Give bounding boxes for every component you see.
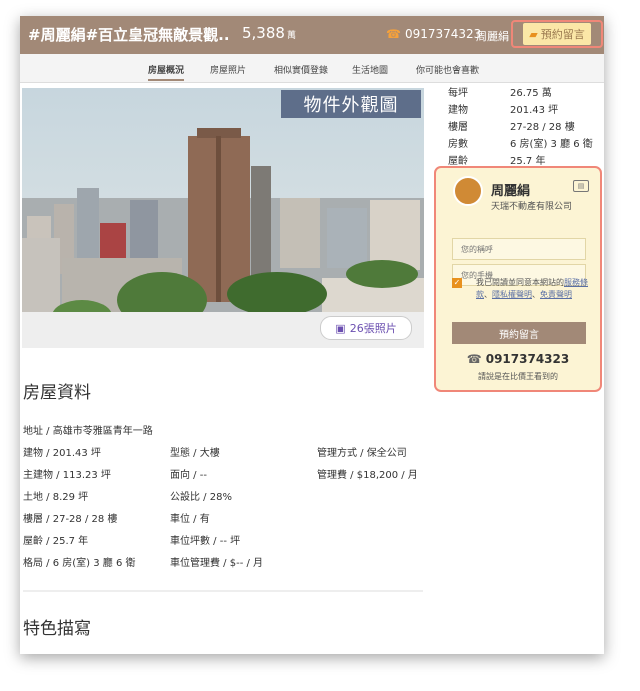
tab-photos[interactable]: 房屋照片 [210, 63, 246, 76]
photo-watermark-label: 物件外觀圖 [281, 90, 421, 118]
info-cell: 公設比 / 28% [170, 492, 232, 503]
name-input[interactable] [452, 238, 586, 260]
section-divider [23, 590, 423, 592]
section-tabs: 房屋概況 房屋照片 相似實價登錄 生活地圖 你可能也會喜歡 [20, 54, 604, 83]
header-bar: #周麗絹#百立皇冠無敵景觀... 5,388 萬 ☎ 0917374323 周麗絹 … [20, 16, 604, 54]
agree-checkbox[interactable]: ✓ [452, 278, 462, 288]
header-phone-number: 0917374323 [404, 27, 482, 41]
info-cell: 格局 / 6 房(室) 3 廳 6 衛 [23, 558, 136, 569]
spec-value: 6 房(室) 3 廳 6 衛 [510, 139, 593, 150]
agent-name: 周麗絹 [491, 184, 531, 199]
spec-row: 樓層 27-28 / 28 樓 [448, 118, 598, 135]
info-cell: 型態 / 大樓 [170, 448, 220, 459]
header-phone[interactable]: ☎ 0917374323 [386, 27, 481, 41]
reserve-message-inner: ▰ 預約留言 [523, 23, 591, 45]
phone-icon: ☎ [386, 27, 401, 41]
key-specs: 每坪 26.75 萬 建物 201.43 坪 樓層 27-28 / 28 樓 房數 6 … [448, 84, 598, 169]
address-line: 地址 / 高雄市苓雅區青年一路 [23, 426, 153, 437]
spec-key: 樓層 [448, 122, 468, 133]
price-unit: 萬 [286, 31, 296, 41]
agent-avatar [453, 176, 483, 206]
info-cell: 土地 / 8.29 坪 [23, 492, 89, 503]
info-cell: 建物 / 201.43 坪 [23, 448, 101, 459]
spec-value: 26.75 萬 [510, 88, 552, 99]
spec-value: 201.43 坪 [510, 105, 559, 116]
header-agent-name: 周麗絹 [476, 30, 509, 43]
spec-value: 27-28 / 28 樓 [510, 122, 575, 133]
spec-key: 每坪 [448, 88, 468, 99]
card-phone-number: 0917374323 [485, 352, 570, 366]
photo-count-label: 26張照片 [349, 322, 397, 335]
spec-row: 每坪 26.75 萬 [448, 84, 598, 101]
agent-contact-card: 周麗絹 天瑞不動產有限公司 ▤ ✓ 我已閱讀並同意本網站的服務條款、隱私權聲明、… [434, 166, 602, 392]
card-tip: 請說是在比價王看到的 [478, 372, 558, 381]
spec-row: 房數 6 房(室) 3 廳 6 衛 [448, 135, 598, 152]
disclaimer-link[interactable]: 免責聲明 [540, 290, 572, 299]
tab-overview[interactable]: 房屋概況 [148, 63, 185, 81]
listing-price: 5,388 萬 [242, 24, 296, 42]
listing-page: #周麗絹#百立皇冠無敵景觀... 5,388 萬 ☎ 0917374323 周麗絹 … [20, 16, 604, 654]
agree-separator: 、 [532, 290, 540, 299]
photo-count-button[interactable]: ▣ 26張照片 [320, 316, 412, 340]
info-cell: 車位坪數 / -- 坪 [170, 536, 241, 547]
spec-key: 屋齡 [448, 156, 468, 167]
business-card-icon[interactable]: ▤ [573, 180, 589, 192]
features-heading: 特色描寫 [23, 619, 91, 639]
tab-similar-prices[interactable]: 相似實價登錄 [274, 63, 328, 76]
spec-key: 房數 [448, 139, 468, 150]
spec-row: 建物 201.43 坪 [448, 101, 598, 118]
agree-separator: 、 [484, 290, 492, 299]
phone-icon: ☎ [466, 352, 482, 366]
agent-company: 天瑞不動產有限公司 [491, 202, 573, 212]
tab-life-map[interactable]: 生活地圖 [352, 63, 388, 76]
property-photo[interactable] [22, 88, 424, 330]
listing-title: #周麗絹#百立皇冠無敵景觀... [28, 26, 228, 44]
card-phone[interactable]: ☎ 0917374323 [436, 352, 600, 366]
info-cell: 面向 / -- [170, 470, 207, 481]
info-cell: 車位管理費 / $-- / 月 [170, 558, 264, 569]
reserve-message-label: 預約留言 [540, 28, 585, 41]
privacy-link[interactable]: 隱私權聲明 [492, 290, 532, 299]
agree-prefix: 我已閱讀並同意本網站的 [476, 278, 564, 287]
spec-key: 建物 [448, 105, 468, 116]
info-cell: 屋齡 / 25.7 年 [23, 536, 89, 547]
agree-text: 我已閱讀並同意本網站的服務條款、隱私權聲明、免責聲明 [476, 277, 588, 301]
photo-gallery-icon: ▣ [335, 321, 346, 335]
reserve-message-button[interactable]: ▰ 預約留言 [511, 20, 603, 48]
info-cell: 車位 / 有 [170, 514, 210, 525]
message-icon: ▰ [529, 28, 538, 41]
info-cell: 管理費 / $18,200 / 月 [317, 470, 418, 481]
info-cell: 管理方式 / 保全公司 [317, 448, 407, 459]
tab-recommendations[interactable]: 你可能也會喜歡 [416, 63, 479, 76]
info-cell: 樓層 / 27-28 / 28 樓 [23, 514, 118, 525]
price-value: 5,388 [242, 24, 285, 42]
info-cell: 主建物 / 113.23 坪 [23, 470, 111, 481]
submit-reservation-button[interactable]: 預約留言 [452, 322, 586, 344]
house-info-heading: 房屋資料 [23, 383, 91, 403]
spec-value: 25.7 年 [510, 156, 546, 167]
